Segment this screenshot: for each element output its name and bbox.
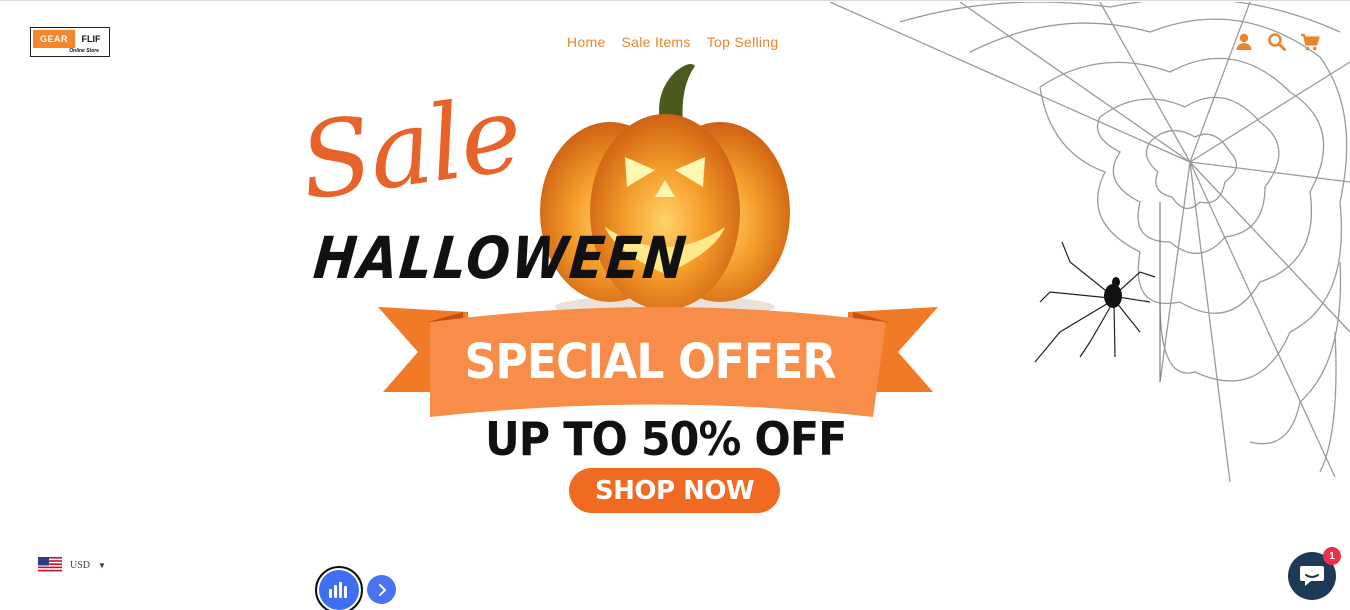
us-flag-icon — [38, 557, 62, 573]
halloween-headline: HALLOWEEN — [310, 224, 691, 292]
discount-text: UP TO 50% OFF — [485, 412, 847, 466]
audio-player-widget[interactable] — [315, 566, 363, 610]
currency-selector[interactable]: USD ▼ — [38, 557, 106, 573]
chat-unread-badge: 1 — [1323, 547, 1341, 565]
caret-down-icon: ▼ — [98, 560, 106, 570]
hero-banner[interactable]: Sale HALLOWEEN SPECIAL OFFER UP TO 50% O… — [0, 2, 1350, 542]
shop-now-button[interactable]: SHOP NOW — [569, 468, 780, 513]
special-offer-text: SPECIAL OFFER — [464, 334, 837, 390]
chat-bubble-icon — [1300, 566, 1324, 586]
currency-code: USD — [70, 559, 91, 571]
audio-bars-icon — [329, 582, 347, 598]
next-arrow-button[interactable] — [367, 575, 396, 604]
chevron-right-icon — [378, 583, 386, 596]
